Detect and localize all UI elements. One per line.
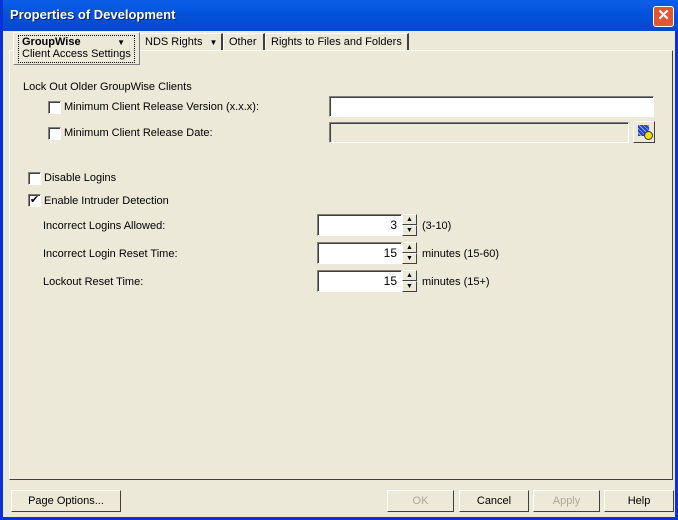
lockout-heading: Lock Out Older GroupWise Clients — [23, 81, 192, 93]
tab-groupwise-label: GroupWise — [22, 36, 81, 48]
chevron-down-icon[interactable]: ▼ — [210, 38, 218, 47]
reset-time-hint: minutes (15-60) — [422, 248, 500, 260]
help-button[interactable]: Help — [604, 490, 674, 512]
min-version-input[interactable] — [329, 96, 654, 117]
lockout-time-input[interactable]: 15 — [317, 270, 402, 292]
lockout-time-spinner[interactable]: ▲ ▼ — [402, 270, 417, 292]
calendar-button[interactable] — [633, 121, 655, 143]
page-options-button[interactable]: Page Options... — [11, 490, 121, 512]
tab-other[interactable]: Other — [223, 33, 265, 51]
disable-logins-checkbox[interactable] — [28, 172, 41, 185]
spin-down-icon[interactable]: ▼ — [402, 253, 417, 264]
reset-time-spinner[interactable]: ▲ ▼ — [402, 242, 417, 264]
check-icon: ✔ — [29, 194, 40, 206]
incorrect-logins-label: Incorrect Logins Allowed: — [43, 220, 166, 232]
lockout-time-hint: minutes (15+) — [422, 276, 490, 288]
tab-other-label: Other — [229, 36, 257, 48]
tab-rights-label: Rights to Files and Folders — [271, 36, 402, 48]
spin-up-icon[interactable]: ▲ — [402, 270, 417, 281]
intruder-detection-label: Enable Intruder Detection — [44, 195, 169, 207]
tab-groupwise[interactable]: GroupWise ▼ Client Access Settings — [13, 32, 140, 65]
cancel-button[interactable]: Cancel — [459, 490, 529, 512]
title-bar: Properties of Development ✕ — [3, 0, 678, 31]
spin-down-icon[interactable]: ▼ — [402, 281, 417, 292]
ok-button[interactable]: OK — [387, 490, 454, 512]
reset-time-input[interactable]: 15 — [317, 242, 402, 264]
chevron-down-icon[interactable]: ▼ — [117, 38, 125, 47]
spin-down-icon[interactable]: ▼ — [402, 225, 417, 236]
lockout-time-label: Lockout Reset Time: — [43, 276, 144, 288]
disable-logins-label: Disable Logins — [44, 172, 117, 184]
min-date-checkbox[interactable] — [48, 127, 61, 140]
spin-up-icon[interactable]: ▲ — [402, 242, 417, 253]
incorrect-logins-input[interactable]: 3 — [317, 214, 402, 236]
min-version-checkbox[interactable] — [48, 101, 61, 114]
incorrect-logins-hint: (3-10) — [422, 220, 452, 232]
tab-nds-rights-label: NDS Rights — [145, 36, 203, 48]
spin-up-icon[interactable]: ▲ — [402, 214, 417, 225]
min-version-label: Minimum Client Release Version (x.x.x): — [64, 101, 260, 113]
apply-button[interactable]: Apply — [533, 490, 600, 512]
reset-time-label: Incorrect Login Reset Time: — [43, 248, 178, 260]
min-date-label: Minimum Client Release Date: — [64, 127, 213, 139]
tab-rights-files-folders[interactable]: Rights to Files and Folders — [265, 33, 409, 51]
min-date-input[interactable] — [329, 122, 629, 143]
tab-nds-rights[interactable]: NDS Rights ▼ — [139, 33, 223, 51]
close-button[interactable]: ✕ — [653, 6, 674, 27]
properties-dialog: Properties of Development ✕ GroupWise ▼ … — [0, 0, 678, 520]
intruder-detection-checkbox[interactable]: ✔ — [28, 194, 41, 207]
tab-groupwise-sublabel[interactable]: Client Access Settings — [22, 48, 131, 60]
window-title: Properties of Development — [10, 7, 176, 22]
incorrect-logins-spinner[interactable]: ▲ ▼ — [402, 214, 417, 236]
